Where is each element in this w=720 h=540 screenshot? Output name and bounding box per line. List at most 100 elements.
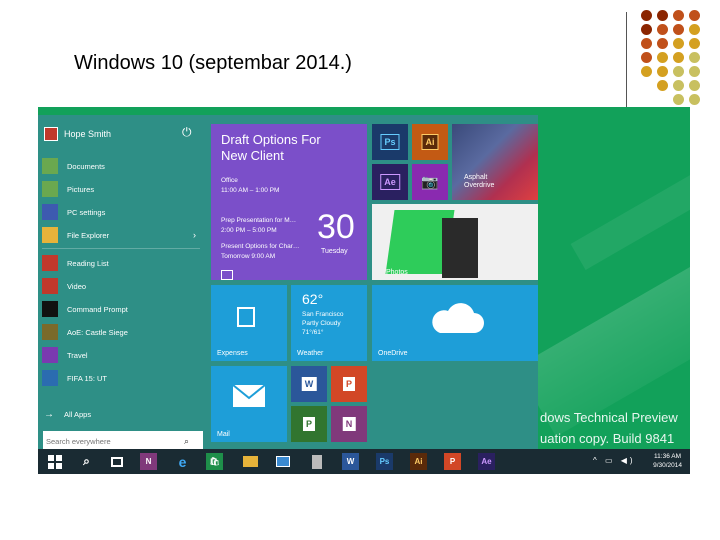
file-explorer-icon[interactable]	[242, 453, 259, 470]
windows-screenshot: dows Technical Preview uation copy. Buil…	[38, 107, 690, 474]
illustrator-icon[interactable]: Ai	[410, 453, 427, 470]
menu-item-pictures[interactable]: Pictures	[42, 178, 200, 200]
powerpoint-icon[interactable]: P	[444, 453, 461, 470]
clock-time: 11:36 AM	[654, 453, 682, 460]
expenses-label: Expenses	[217, 350, 248, 357]
decorative-dot	[641, 10, 652, 21]
mail-label: Mail	[217, 431, 230, 438]
project-icon: P	[302, 417, 316, 431]
menu-separator	[42, 248, 200, 249]
decorative-dot	[657, 10, 668, 21]
phone-icon[interactable]	[308, 453, 325, 470]
store-icon[interactable]: 🛍	[206, 453, 223, 470]
weather-tile[interactable]: 62° San Francisco Partly Cloudy 71°/61° …	[291, 285, 367, 361]
label-line: Overdrive	[464, 182, 495, 189]
divider-line	[626, 12, 627, 108]
decorative-dot	[689, 10, 700, 21]
decorative-dot-grid	[637, 10, 717, 110]
calendar-tile[interactable]: Draft Options For New Client Office 11:0…	[211, 124, 367, 280]
slide-title: Windows 10 (septembar 2014.)	[74, 52, 352, 74]
decorative-dot	[641, 38, 652, 49]
windows-start-icon[interactable]	[46, 453, 63, 470]
menu-item-file-explorer[interactable]: File Explorer ›	[42, 224, 200, 246]
chevron-right-icon[interactable]: ›	[193, 230, 196, 240]
word-tile[interactable]: W	[291, 366, 327, 402]
project-tile[interactable]: P	[291, 406, 327, 442]
clock-date: 9/30/2014	[653, 462, 682, 469]
menu-item-label: Travel	[67, 350, 88, 360]
onenote-icon[interactable]: N	[140, 453, 157, 470]
camera-tile[interactable]: 📷	[412, 164, 448, 200]
menu-item-pc-settings[interactable]: PC settings	[42, 201, 200, 223]
illustrator-tile[interactable]: Ai	[412, 124, 448, 160]
watermark-line: dows Technical Preview	[540, 410, 678, 425]
calendar-event: Prep Presentation for M… 2:00 PM – 5:00 …	[221, 216, 321, 236]
menu-item-label: Video	[67, 281, 87, 291]
expenses-tile[interactable]: Expenses	[211, 285, 287, 361]
decorative-dot	[641, 52, 652, 63]
decorative-dot	[689, 24, 700, 35]
menu-item-documents[interactable]: Documents	[42, 155, 200, 177]
word-icon[interactable]: W	[342, 453, 359, 470]
onedrive-label: OneDrive	[378, 350, 408, 357]
menu-item-video[interactable]: Video	[42, 275, 200, 297]
taskbar-clock[interactable]: 11:36 AM 9/30/2014	[653, 452, 682, 470]
after-effects-tile[interactable]: Ae	[372, 164, 408, 200]
menu-item-label: AoE: Castle Siege	[67, 327, 128, 337]
after-effects-icon: Ae	[380, 174, 400, 190]
event-title: Present Options for Char…	[221, 243, 300, 250]
after-effects-icon[interactable]: Ae	[478, 453, 495, 470]
photos-icon[interactable]	[274, 453, 291, 470]
all-apps-button[interactable]: → All Apps	[44, 409, 91, 420]
mail-tile[interactable]: Mail	[211, 366, 287, 442]
decorative-dot	[673, 94, 684, 105]
menu-item-reading-list[interactable]: Reading List	[42, 252, 200, 274]
event-time: 2:00 PM – 5:00 PM	[221, 227, 277, 234]
weather-details: San Francisco Partly Cloudy 71°/61°	[302, 310, 344, 337]
decorative-dot	[673, 24, 684, 35]
menu-item-aoe-castle-siege[interactable]: AoE: Castle Siege	[42, 321, 200, 343]
search-icon[interactable]: ⌕	[78, 453, 95, 470]
system-tray[interactable]: ^ ▭ ◀)	[593, 456, 636, 465]
search-icon[interactable]: ⌕	[184, 436, 189, 447]
decorative-dot	[657, 24, 668, 35]
search-input[interactable]	[46, 436, 184, 446]
menu-item-travel[interactable]: Travel	[42, 344, 200, 366]
menu-item-fifa-15-ut[interactable]: FIFA 15: UT	[42, 367, 200, 389]
calendar-event: Present Options for Char… Tomorrow 9:00 …	[221, 242, 321, 262]
powerpoint-tile[interactable]: P	[331, 366, 367, 402]
photoshop-tile[interactable]: Ps	[372, 124, 408, 160]
power-icon[interactable]: ⏻	[182, 125, 192, 140]
calendar-day-number: 30	[317, 208, 355, 246]
menu-item-command-prompt[interactable]: Command Prompt	[42, 298, 200, 320]
label-line: Asphalt	[464, 174, 488, 181]
all-apps-label: All Apps	[64, 410, 92, 419]
decorative-dot	[657, 66, 668, 77]
asphalt-game-tile[interactable]: Asphalt Overdrive	[452, 124, 538, 200]
watermark-line: uation copy. Build 9841	[540, 431, 675, 446]
weather-label: Weather	[297, 350, 324, 357]
photoshop-icon: Ps	[380, 134, 400, 150]
menu-item-label: Documents	[67, 161, 105, 171]
camera-icon: 📷	[421, 173, 439, 190]
weather-temperature: 62°	[302, 291, 324, 307]
task-view-icon[interactable]	[108, 453, 125, 470]
onenote-tile[interactable]: N	[331, 406, 367, 442]
photoshop-icon[interactable]: Ps	[376, 453, 393, 470]
user-account[interactable]: Hope Smith	[44, 125, 111, 143]
photos-tile[interactable]: Photos	[372, 204, 538, 280]
internet-explorer-icon[interactable]: e	[174, 453, 191, 470]
decorative-dot	[673, 10, 684, 21]
search-box[interactable]: ⌕	[43, 431, 203, 451]
onedrive-tile[interactable]: OneDrive	[372, 285, 538, 361]
powerpoint-icon: P	[342, 377, 356, 391]
menu-item-label: Reading List	[67, 258, 109, 268]
decorative-dot	[657, 52, 668, 63]
desktop-light-stripe	[570, 107, 690, 270]
decorative-dot	[673, 52, 684, 63]
event-time: 11:00 AM – 1:00 PM	[221, 187, 280, 194]
gear-icon	[42, 204, 58, 220]
decorative-dot	[689, 38, 700, 49]
calendar-weekday: Tuesday	[321, 248, 348, 255]
reading-list-icon	[42, 255, 58, 271]
